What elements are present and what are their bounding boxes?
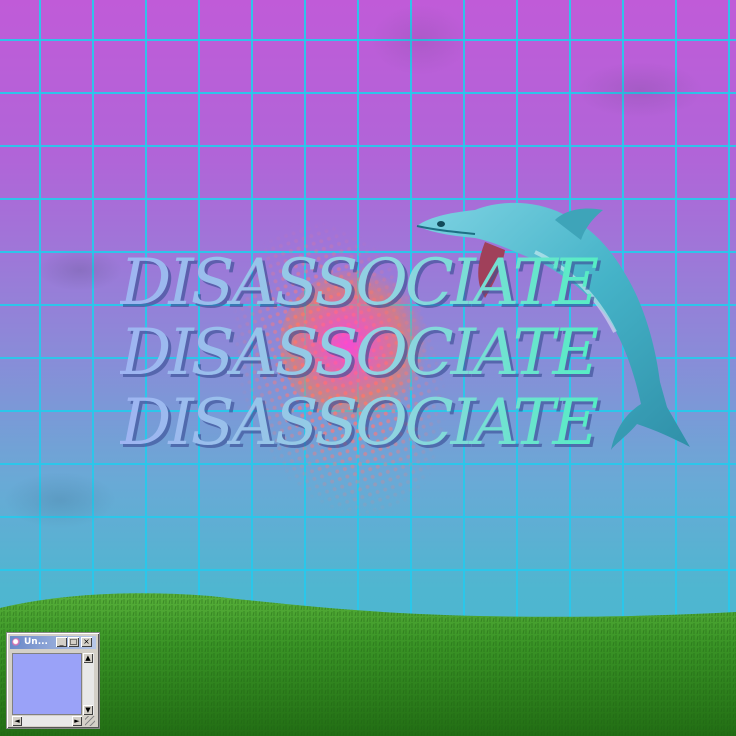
scroll-left-icon[interactable]: ◄ [12, 716, 22, 726]
title-stack: DISASSOCIATE DISASSOCIATE DISASSOCIATE [120, 248, 620, 458]
vaporwave-artwork: DISASSOCIATE DISASSOCIATE DISASSOCIATE U… [0, 0, 736, 736]
title-line-1: DISASSOCIATE [120, 248, 620, 318]
title-line-2: DISASSOCIATE [120, 318, 620, 388]
title-line-3: DISASSOCIATE [120, 388, 620, 458]
window-title: Un... [24, 637, 48, 647]
scroll-right-icon[interactable]: ► [72, 716, 82, 726]
scroll-down-icon[interactable]: ▼ [83, 705, 93, 715]
close-icon[interactable]: × [81, 637, 92, 647]
minimize-icon[interactable]: _ [56, 637, 67, 647]
window-titlebar[interactable]: Un... _ □ × [10, 636, 96, 649]
app-icon [12, 638, 21, 647]
horizontal-scrollbar[interactable]: ◄ ► [12, 716, 82, 726]
scroll-up-icon[interactable]: ▲ [83, 653, 93, 663]
maximize-icon[interactable]: □ [68, 637, 79, 647]
mini-window[interactable]: Un... _ □ × ▲ ▼ ◄ ► [6, 632, 100, 729]
vertical-scrollbar[interactable]: ▲ ▼ [83, 653, 94, 715]
window-content [12, 653, 82, 715]
grass-hill [0, 593, 736, 736]
resize-grip[interactable] [85, 716, 95, 726]
